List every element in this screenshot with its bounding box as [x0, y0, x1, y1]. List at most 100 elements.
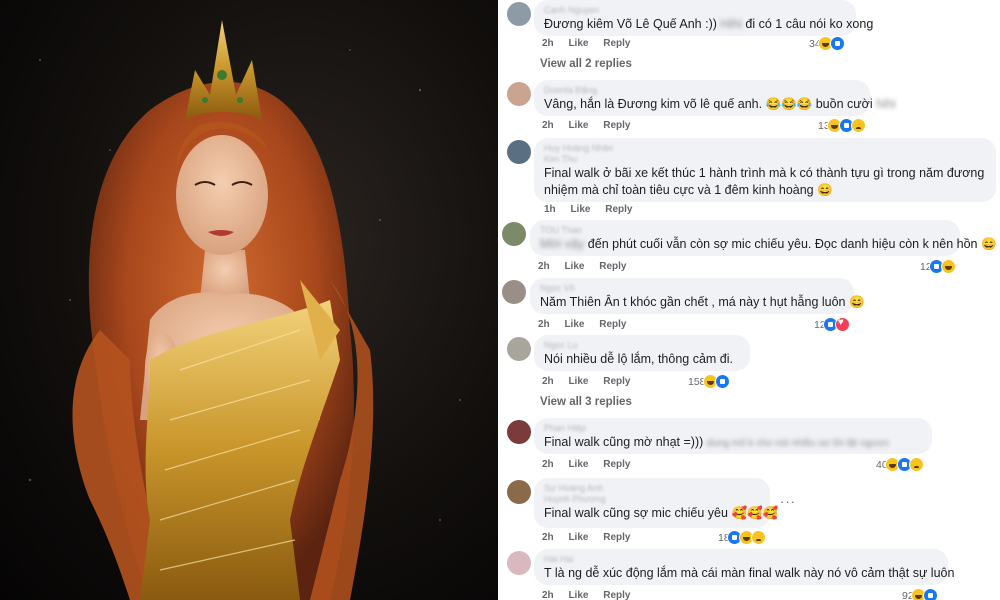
like-reaction-icon — [714, 374, 730, 389]
love-reaction-icon — [834, 317, 850, 332]
comment-actions: 2h Like Reply — [542, 120, 642, 131]
comment-time[interactable]: 2h — [542, 532, 554, 543]
view-replies-link[interactable]: View all 2 replies — [540, 58, 632, 70]
avatar[interactable] — [507, 480, 531, 504]
comment-time[interactable]: 2h — [538, 319, 550, 330]
redacted-text: Hihi — [720, 17, 742, 31]
comment-text: Final walk cũng mờ nhạt =))) dung mố k c… — [544, 434, 922, 452]
commenter-name[interactable]: Huy Hoàng Nhân — [544, 143, 986, 154]
reply-button[interactable]: Reply — [603, 590, 630, 600]
like-button[interactable]: Like — [568, 38, 588, 49]
comment-time[interactable]: 2h — [538, 261, 550, 272]
reaction-summary[interactable]: 13 — [818, 118, 866, 133]
comment-time[interactable]: 2h — [542, 376, 554, 387]
comment-actions: 2h Like Reply — [542, 459, 642, 470]
reply-button[interactable]: Reply — [605, 204, 632, 215]
commenter-name[interactable]: Sự Hoàng Anh — [544, 483, 760, 494]
reaction-summary[interactable]: 18 — [718, 530, 766, 545]
portrait-photo — [0, 0, 498, 600]
comment-bubble: Ngọc Vô Năm Thiên Ân t khóc gần chết , m… — [530, 278, 865, 314]
comment-actions: 2h Like Reply — [538, 319, 638, 330]
comment-time[interactable]: 2h — [542, 459, 554, 470]
reply-button[interactable]: Reply — [603, 459, 630, 470]
avatar[interactable] — [502, 280, 526, 304]
avatar[interactable] — [507, 140, 531, 164]
redacted-text: hihi — [876, 97, 896, 111]
reply-button[interactable]: Reply — [603, 532, 630, 543]
comment-text-part: Final walk cũng mờ nhạt =))) — [544, 435, 704, 449]
commenter-name[interactable]: Hai Hai — [544, 554, 938, 565]
avatar[interactable] — [507, 551, 531, 575]
redacted-text: dung mố k cho nói nhiều sợ lời lật ngược — [706, 438, 890, 449]
avatar[interactable] — [507, 82, 531, 106]
comment-bubble: Phan Hiệp Final walk cũng mờ nhạt =))) d… — [534, 418, 932, 454]
like-button[interactable]: Like — [568, 459, 588, 470]
comment-actions: 2h Like Reply — [542, 532, 642, 543]
haha-reaction-icon — [940, 259, 956, 274]
avatar[interactable] — [502, 222, 526, 246]
comment-bubble: Huy Hoàng Nhân Kim Thu Final walk ở bãi … — [534, 138, 996, 202]
like-reaction-icon — [922, 588, 938, 600]
reaction-summary[interactable]: 12 — [814, 317, 850, 332]
reaction-summary[interactable]: 158 — [688, 374, 730, 389]
commenter-subname: Kim Thu — [544, 154, 578, 164]
reaction-summary[interactable]: 92 — [902, 588, 938, 600]
comment-actions: 1h Like Reply — [544, 204, 644, 215]
comment-actions: 2h Like Reply — [542, 38, 642, 49]
view-replies-link[interactable]: View all 3 replies — [540, 396, 632, 408]
comment-text: Mời vậy đến phút cuối vẫn còn sợ mic chi… — [540, 236, 997, 253]
avatar[interactable] — [507, 337, 531, 361]
comment-bubble: Canh Nguyen Đương kiêm Võ Lê Quế Anh :))… — [534, 0, 873, 36]
comment-text: Năm Thiên Ân t khóc gần chết , má này t … — [540, 295, 865, 309]
like-button[interactable]: Like — [568, 590, 588, 600]
comment-time[interactable]: 2h — [542, 120, 554, 131]
commenter-name[interactable]: Phan Hiệp — [544, 423, 922, 434]
comments-panel: Canh Nguyen Đương kiêm Võ Lê Quế Anh :))… — [502, 0, 1000, 600]
like-button[interactable]: Like — [568, 376, 588, 387]
comment-text-part: Đương kiêm Võ Lê Quế Anh :)) — [544, 17, 717, 31]
like-button[interactable]: Like — [564, 319, 584, 330]
comment-actions: 2h Like Reply — [538, 261, 638, 272]
comment-text-part: đến phút cuối vẫn còn sợ mic chiếu yêu. … — [587, 237, 997, 251]
comment-time[interactable]: 2h — [542, 590, 554, 600]
comment-bubble: Duonta Đặng Vâng, hắn là Đương kim võ lê… — [534, 80, 896, 116]
like-button[interactable]: Like — [564, 261, 584, 272]
comment-bubble: Hai Hai T là ng dễ xúc động lắm mà cái m… — [534, 549, 955, 585]
reply-button[interactable]: Reply — [603, 376, 630, 387]
comment-time[interactable]: 1h — [544, 204, 556, 215]
avatar[interactable] — [507, 420, 531, 444]
commenter-name[interactable]: Ngọc Vô — [540, 283, 844, 294]
like-button[interactable]: Like — [568, 120, 588, 131]
comment-text: Final walk ở bãi xe kết thúc 1 hành trìn… — [544, 166, 985, 197]
more-options-icon[interactable]: ··· — [780, 494, 796, 509]
commenter-name[interactable]: Ngọc Lu — [544, 340, 740, 351]
comment-actions: 2h Like Reply — [542, 590, 642, 600]
sad-reaction-icon — [908, 457, 924, 472]
commenter-name[interactable]: Canh Nguyen — [544, 5, 846, 16]
reaction-summary[interactable]: 34 — [809, 36, 845, 51]
portrait-illustration — [28, 20, 461, 600]
like-button[interactable]: Like — [568, 532, 588, 543]
comment-bubble: TOU Thao Mời vậy đến phút cuối vẫn còn s… — [530, 220, 997, 256]
reply-button[interactable]: Reply — [603, 120, 630, 131]
comment-text-part: đi có 1 câu nói ko xong — [745, 17, 874, 31]
like-reaction-icon — [829, 36, 845, 51]
reaction-summary[interactable]: 12 — [920, 259, 956, 274]
comment-text: Vâng, hắn là Đương kim võ lê quế anh. 😂😂… — [544, 96, 896, 113]
avatar[interactable] — [507, 2, 531, 26]
commenter-subname: Huynh Phương — [544, 494, 606, 504]
comment-text: T là ng dễ xúc động lắm mà cái màn final… — [544, 566, 955, 580]
like-button[interactable]: Like — [570, 204, 590, 215]
reaction-summary[interactable]: 40 — [876, 457, 924, 472]
comment-actions: 2h Like Reply — [542, 376, 642, 387]
sad-reaction-icon — [750, 530, 766, 545]
commenter-name[interactable]: Duonta Đặng — [544, 85, 860, 96]
comment-text: Final walk cũng sợ mic chiếu yêu 🥰🥰🥰 — [544, 506, 779, 520]
reply-button[interactable]: Reply — [599, 261, 626, 272]
comment-bubble: Ngọc Lu Nói nhiều dễ lộ lắm, thông cảm đ… — [534, 335, 750, 371]
commenter-name[interactable]: TOU Thao — [540, 225, 950, 236]
reply-button[interactable]: Reply — [603, 38, 630, 49]
comment-time[interactable]: 2h — [542, 38, 554, 49]
sad-reaction-icon — [850, 118, 866, 133]
reply-button[interactable]: Reply — [599, 319, 626, 330]
